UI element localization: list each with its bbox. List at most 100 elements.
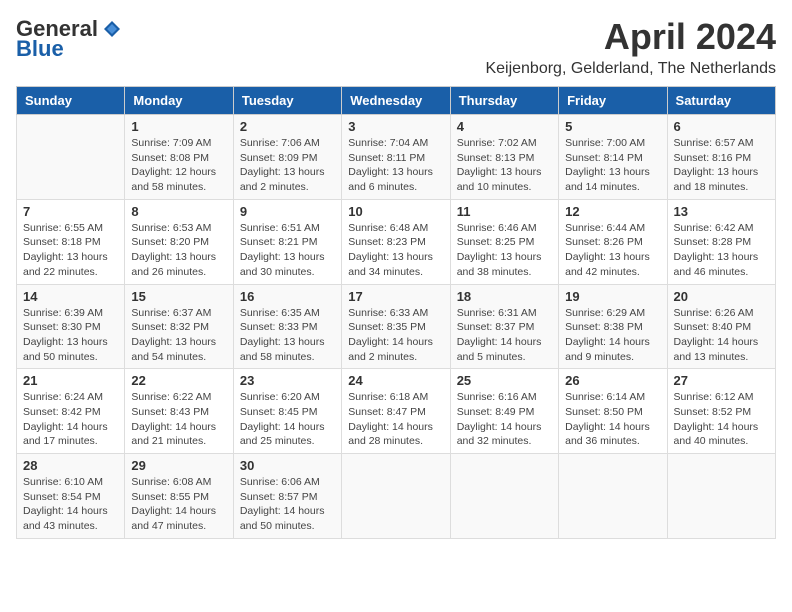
calendar-week-3: 14 Sunrise: 6:39 AM Sunset: 8:30 PM Dayli… — [17, 284, 776, 369]
calendar-cell — [559, 454, 667, 539]
calendar-cell: 25 Sunrise: 6:16 AM Sunset: 8:49 PM Dayli… — [450, 369, 558, 454]
calendar-cell: 27 Sunrise: 6:12 AM Sunset: 8:52 PM Dayli… — [667, 369, 775, 454]
calendar-cell — [17, 115, 125, 200]
calendar-cell — [342, 454, 450, 539]
calendar-cell: 8Sunrise: 6:53 AM Sunset: 8:20 PM Daylig… — [125, 199, 233, 284]
logo-blue: Blue — [16, 36, 64, 62]
day-info: Sunrise: 6:39 AM Sunset: 8:30 PM Dayligh… — [23, 306, 118, 365]
day-info: Sunrise: 7:04 AM Sunset: 8:11 PM Dayligh… — [348, 136, 443, 195]
day-info: Sunrise: 6:37 AM Sunset: 8:32 PM Dayligh… — [131, 306, 226, 365]
day-number: 28 — [23, 458, 118, 473]
logo-icon — [102, 19, 122, 39]
header-day-monday: Monday — [125, 87, 233, 115]
calendar-cell: 21 Sunrise: 6:24 AM Sunset: 8:42 PM Dayli… — [17, 369, 125, 454]
day-info: Sunrise: 6:16 AM Sunset: 8:49 PM Dayligh… — [457, 390, 552, 449]
calendar-cell: 2 Sunrise: 7:06 AM Sunset: 8:09 PM Daylig… — [233, 115, 341, 200]
day-number: 14 — [23, 289, 118, 304]
calendar-week-5: 28 Sunrise: 6:10 AM Sunset: 8:54 PM Dayli… — [17, 454, 776, 539]
day-info: Sunrise: 6:29 AM Sunset: 8:38 PM Dayligh… — [565, 306, 660, 365]
header-day-wednesday: Wednesday — [342, 87, 450, 115]
calendar-cell: 28 Sunrise: 6:10 AM Sunset: 8:54 PM Dayli… — [17, 454, 125, 539]
day-info: Sunrise: 7:00 AM Sunset: 8:14 PM Dayligh… — [565, 136, 660, 195]
calendar-header-row: SundayMondayTuesdayWednesdayThursdayFrid… — [17, 87, 776, 115]
day-info: Sunrise: 6:26 AM Sunset: 8:40 PM Dayligh… — [674, 306, 769, 365]
day-number: 18 — [457, 289, 552, 304]
calendar-cell: 20Sunrise: 6:26 AM Sunset: 8:40 PM Dayli… — [667, 284, 775, 369]
day-info: Sunrise: 6:42 AM Sunset: 8:28 PM Dayligh… — [674, 221, 769, 280]
calendar-cell: 29Sunrise: 6:08 AM Sunset: 8:55 PM Dayli… — [125, 454, 233, 539]
day-info: Sunrise: 6:51 AM Sunset: 8:21 PM Dayligh… — [240, 221, 335, 280]
day-number: 10 — [348, 204, 443, 219]
calendar-week-4: 21 Sunrise: 6:24 AM Sunset: 8:42 PM Dayli… — [17, 369, 776, 454]
day-number: 27 — [674, 373, 769, 388]
day-info: Sunrise: 6:14 AM Sunset: 8:50 PM Dayligh… — [565, 390, 660, 449]
day-info: Sunrise: 6:35 AM Sunset: 8:33 PM Dayligh… — [240, 306, 335, 365]
day-info: Sunrise: 7:09 AM Sunset: 8:08 PM Dayligh… — [131, 136, 226, 195]
day-info: Sunrise: 6:48 AM Sunset: 8:23 PM Dayligh… — [348, 221, 443, 280]
day-number: 23 — [240, 373, 335, 388]
day-number: 3 — [348, 119, 443, 134]
day-number: 12 — [565, 204, 660, 219]
calendar-cell: 11 Sunrise: 6:46 AM Sunset: 8:25 PM Dayli… — [450, 199, 558, 284]
day-number: 26 — [565, 373, 660, 388]
calendar-cell: 18 Sunrise: 6:31 AM Sunset: 8:37 PM Dayli… — [450, 284, 558, 369]
day-info: Sunrise: 6:20 AM Sunset: 8:45 PM Dayligh… — [240, 390, 335, 449]
day-info: Sunrise: 6:06 AM Sunset: 8:57 PM Dayligh… — [240, 475, 335, 534]
day-info: Sunrise: 6:10 AM Sunset: 8:54 PM Dayligh… — [23, 475, 118, 534]
header-day-sunday: Sunday — [17, 87, 125, 115]
day-info: Sunrise: 7:06 AM Sunset: 8:09 PM Dayligh… — [240, 136, 335, 195]
header-day-friday: Friday — [559, 87, 667, 115]
header: General Blue April 2024 Keijenborg, Geld… — [16, 16, 776, 78]
day-info: Sunrise: 6:33 AM Sunset: 8:35 PM Dayligh… — [348, 306, 443, 365]
day-number: 11 — [457, 204, 552, 219]
calendar-cell: 23 Sunrise: 6:20 AM Sunset: 8:45 PM Dayli… — [233, 369, 341, 454]
day-info: Sunrise: 6:57 AM Sunset: 8:16 PM Dayligh… — [674, 136, 769, 195]
day-info: Sunrise: 7:02 AM Sunset: 8:13 PM Dayligh… — [457, 136, 552, 195]
header-day-tuesday: Tuesday — [233, 87, 341, 115]
header-day-thursday: Thursday — [450, 87, 558, 115]
calendar-cell: 6 Sunrise: 6:57 AM Sunset: 8:16 PM Daylig… — [667, 115, 775, 200]
calendar-week-1: 1 Sunrise: 7:09 AM Sunset: 8:08 PM Daylig… — [17, 115, 776, 200]
day-number: 15 — [131, 289, 226, 304]
day-number: 22 — [131, 373, 226, 388]
day-number: 24 — [348, 373, 443, 388]
calendar-cell: 3 Sunrise: 7:04 AM Sunset: 8:11 PM Daylig… — [342, 115, 450, 200]
day-info: Sunrise: 6:18 AM Sunset: 8:47 PM Dayligh… — [348, 390, 443, 449]
day-number: 9 — [240, 204, 335, 219]
calendar-cell: 17 Sunrise: 6:33 AM Sunset: 8:35 PM Dayli… — [342, 284, 450, 369]
day-info: Sunrise: 6:53 AM Sunset: 8:20 PM Dayligh… — [131, 221, 226, 280]
day-number: 1 — [131, 119, 226, 134]
calendar-cell: 12 Sunrise: 6:44 AM Sunset: 8:26 PM Dayli… — [559, 199, 667, 284]
calendar-cell — [667, 454, 775, 539]
calendar-cell: 30Sunrise: 6:06 AM Sunset: 8:57 PM Dayli… — [233, 454, 341, 539]
calendar-cell: 10 Sunrise: 6:48 AM Sunset: 8:23 PM Dayli… — [342, 199, 450, 284]
calendar-cell: 1 Sunrise: 7:09 AM Sunset: 8:08 PM Daylig… — [125, 115, 233, 200]
calendar-cell: 24 Sunrise: 6:18 AM Sunset: 8:47 PM Dayli… — [342, 369, 450, 454]
calendar-cell: 26 Sunrise: 6:14 AM Sunset: 8:50 PM Dayli… — [559, 369, 667, 454]
calendar-cell: 7Sunrise: 6:55 AM Sunset: 8:18 PM Daylig… — [17, 199, 125, 284]
day-number: 6 — [674, 119, 769, 134]
calendar-cell: 4Sunrise: 7:02 AM Sunset: 8:13 PM Daylig… — [450, 115, 558, 200]
calendar-cell: 22Sunrise: 6:22 AM Sunset: 8:43 PM Dayli… — [125, 369, 233, 454]
location: Keijenborg, Gelderland, The Netherlands — [485, 60, 776, 78]
day-number: 21 — [23, 373, 118, 388]
logo: General Blue — [16, 16, 122, 62]
calendar-cell: 14 Sunrise: 6:39 AM Sunset: 8:30 PM Dayli… — [17, 284, 125, 369]
day-info: Sunrise: 6:24 AM Sunset: 8:42 PM Dayligh… — [23, 390, 118, 449]
day-number: 2 — [240, 119, 335, 134]
calendar-cell — [450, 454, 558, 539]
calendar-cell: 19Sunrise: 6:29 AM Sunset: 8:38 PM Dayli… — [559, 284, 667, 369]
day-number: 17 — [348, 289, 443, 304]
day-number: 29 — [131, 458, 226, 473]
day-number: 5 — [565, 119, 660, 134]
day-info: Sunrise: 6:12 AM Sunset: 8:52 PM Dayligh… — [674, 390, 769, 449]
day-info: Sunrise: 6:44 AM Sunset: 8:26 PM Dayligh… — [565, 221, 660, 280]
day-number: 25 — [457, 373, 552, 388]
calendar-cell: 5 Sunrise: 7:00 AM Sunset: 8:14 PM Daylig… — [559, 115, 667, 200]
title-area: April 2024 Keijenborg, Gelderland, The N… — [485, 16, 776, 78]
day-info: Sunrise: 6:31 AM Sunset: 8:37 PM Dayligh… — [457, 306, 552, 365]
calendar-cell: 16Sunrise: 6:35 AM Sunset: 8:33 PM Dayli… — [233, 284, 341, 369]
calendar-cell: 15 Sunrise: 6:37 AM Sunset: 8:32 PM Dayli… — [125, 284, 233, 369]
header-day-saturday: Saturday — [667, 87, 775, 115]
day-info: Sunrise: 6:46 AM Sunset: 8:25 PM Dayligh… — [457, 221, 552, 280]
